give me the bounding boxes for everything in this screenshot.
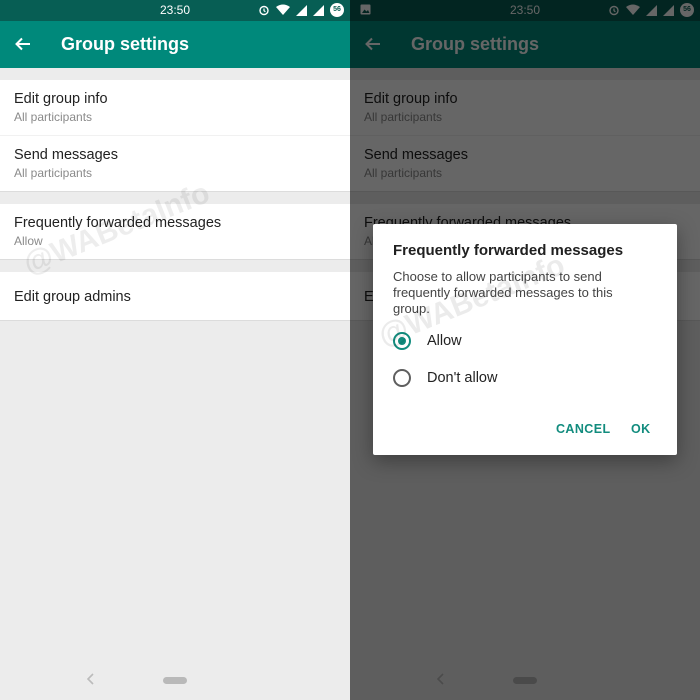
setting-label: Send messages — [14, 147, 118, 163]
settings-list: Edit group info All participants Send me… — [0, 68, 350, 321]
forwarded-messages-dialog: Frequently forwarded messages Choose to … — [373, 224, 677, 455]
setting-label: Frequently forwarded messages — [14, 215, 222, 231]
app-bar: Group settings — [0, 21, 350, 68]
dialog-title: Frequently forwarded messages — [393, 242, 624, 259]
nav-home-pill[interactable] — [163, 677, 187, 684]
nav-back-icon[interactable] — [86, 672, 96, 686]
setting-value: All participants — [14, 166, 93, 180]
signal-icon — [296, 4, 307, 16]
setting-value: All participants — [14, 110, 93, 124]
group-settings-dialog-screen: 23:50 56 Group settings Edit group info … — [350, 0, 700, 700]
setting-send-messages[interactable]: Send messages All participants — [0, 135, 350, 191]
setting-edit-group-admins[interactable]: Edit group admins — [0, 272, 350, 320]
signal-icon — [313, 4, 324, 16]
option-allow[interactable]: Allow — [393, 328, 462, 354]
dialog-message: Choose to allow participants to send fre… — [393, 269, 613, 316]
setting-frequently-forwarded[interactable]: Frequently forwarded messages Allow — [0, 204, 350, 259]
ok-button[interactable]: OK — [631, 422, 651, 436]
settings-card: Edit group info All participants Send me… — [0, 80, 350, 192]
battery-icon: 56 — [330, 3, 344, 17]
cancel-button[interactable]: CANCEL — [556, 422, 610, 436]
status-bar: 23:50 56 — [0, 0, 350, 21]
page-title: Group settings — [61, 34, 190, 54]
alarm-icon — [259, 5, 269, 16]
radio-selected-icon[interactable] — [393, 332, 411, 350]
option-label: Allow — [427, 333, 462, 349]
arrow-back-icon[interactable] — [14, 35, 32, 53]
option-label: Don't allow — [427, 370, 498, 386]
nav-bar — [0, 660, 350, 700]
wifi-icon — [276, 4, 290, 15]
settings-card: Frequently forwarded messages Allow — [0, 204, 350, 260]
setting-label: Edit group admins — [14, 289, 131, 305]
setting-value: Allow — [14, 234, 43, 248]
setting-edit-group-info[interactable]: Edit group info All participants — [0, 80, 350, 135]
option-dont-allow[interactable]: Don't allow — [393, 365, 497, 391]
settings-card: Edit group admins — [0, 272, 350, 321]
setting-label: Edit group info — [14, 91, 108, 107]
group-settings-screen: 23:50 56 Group settings Edit group info … — [0, 0, 350, 700]
radio-unselected-icon[interactable] — [393, 369, 411, 387]
